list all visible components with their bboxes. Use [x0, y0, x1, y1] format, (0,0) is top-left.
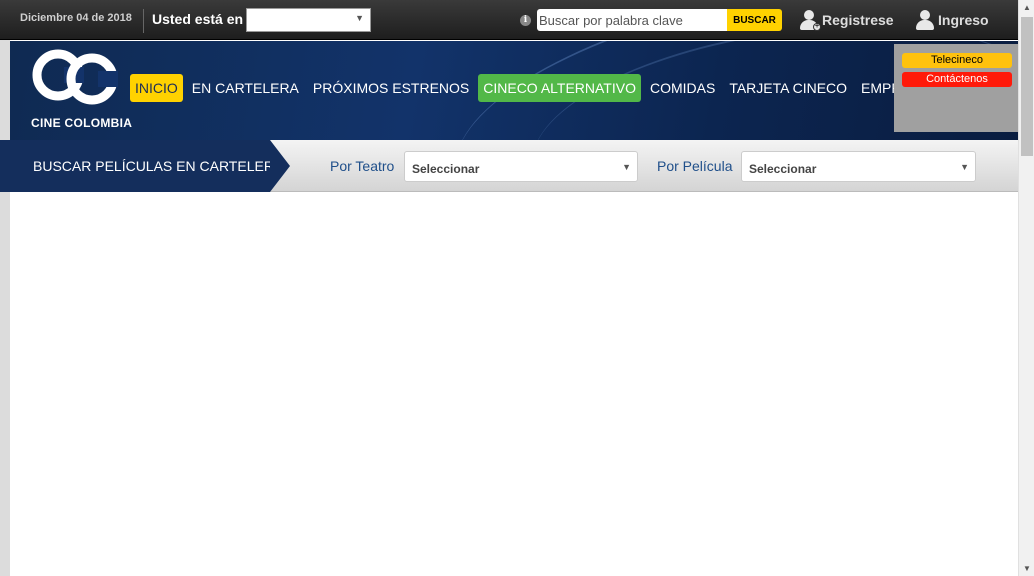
- movie-search-title: BUSCAR PELÍCULAS EN CARTELERA: [33, 158, 284, 174]
- top-bar: Diciembre 04 de 2018 Usted está en ▼ i B…: [0, 0, 1018, 40]
- contact-button[interactable]: Contáctenos: [902, 72, 1012, 87]
- side-links-box: Telecineco Contáctenos: [894, 44, 1018, 132]
- login-link[interactable]: Ingreso: [916, 8, 989, 32]
- current-date: Diciembre 04 de 2018: [20, 12, 132, 24]
- register-link[interactable]: + Registrese: [800, 8, 894, 32]
- movie-label: Por Película: [657, 158, 733, 174]
- main-nav: INICIO EN CARTELERA PRÓXIMOS ESTRENOS CI…: [130, 74, 970, 102]
- user-plus-icon: +: [800, 10, 821, 31]
- theater-select-value: Seleccionar: [412, 162, 480, 176]
- user-icon: [916, 10, 934, 30]
- telecineco-button[interactable]: Telecineco: [902, 53, 1012, 68]
- nav-en-cartelera[interactable]: EN CARTELERA: [187, 74, 304, 102]
- scrollbar-thumb[interactable]: [1021, 17, 1033, 156]
- chevron-down-icon: ▼: [622, 162, 631, 172]
- login-label: Ingreso: [938, 12, 989, 28]
- location-label: Usted está en: [152, 11, 244, 27]
- theater-label: Por Teatro: [330, 158, 395, 174]
- nav-proximos-estrenos[interactable]: PRÓXIMOS ESTRENOS: [308, 74, 474, 102]
- nav-cineco-alternativo[interactable]: CINECO ALTERNATIVO: [478, 74, 641, 102]
- nav-tarjeta-cineco[interactable]: TARJETA CINECO: [724, 74, 852, 102]
- movie-select-value: Seleccionar: [749, 162, 817, 176]
- movie-search-bar: BUSCAR PELÍCULAS EN CARTELERA Por Teatro…: [0, 140, 1018, 192]
- divider: [143, 9, 144, 33]
- nav-comidas[interactable]: COMIDAS: [645, 74, 720, 102]
- chevron-down-icon: ▼: [960, 162, 969, 172]
- theater-select[interactable]: Seleccionar ▼: [404, 151, 638, 182]
- search-input[interactable]: [537, 9, 727, 31]
- info-icon[interactable]: i: [520, 15, 531, 26]
- location-select[interactable]: ▼: [246, 8, 371, 32]
- logo-text: CINE COLOMBIA: [31, 116, 133, 130]
- nav-inicio[interactable]: INICIO: [130, 74, 183, 102]
- vertical-scrollbar[interactable]: ▲ ▼: [1018, 0, 1034, 576]
- scroll-down-icon[interactable]: ▼: [1023, 564, 1031, 573]
- search-button[interactable]: BUSCAR: [727, 9, 782, 31]
- scroll-up-icon[interactable]: ▲: [1023, 3, 1031, 12]
- chevron-down-icon: ▼: [355, 13, 364, 23]
- site-header: CINE COLOMBIA INICIO EN CARTELERA PRÓXIM…: [10, 41, 1018, 140]
- movie-select[interactable]: Seleccionar ▼: [741, 151, 976, 182]
- movie-search-title-box: BUSCAR PELÍCULAS EN CARTELERA: [0, 140, 283, 192]
- register-label: Registrese: [822, 12, 894, 28]
